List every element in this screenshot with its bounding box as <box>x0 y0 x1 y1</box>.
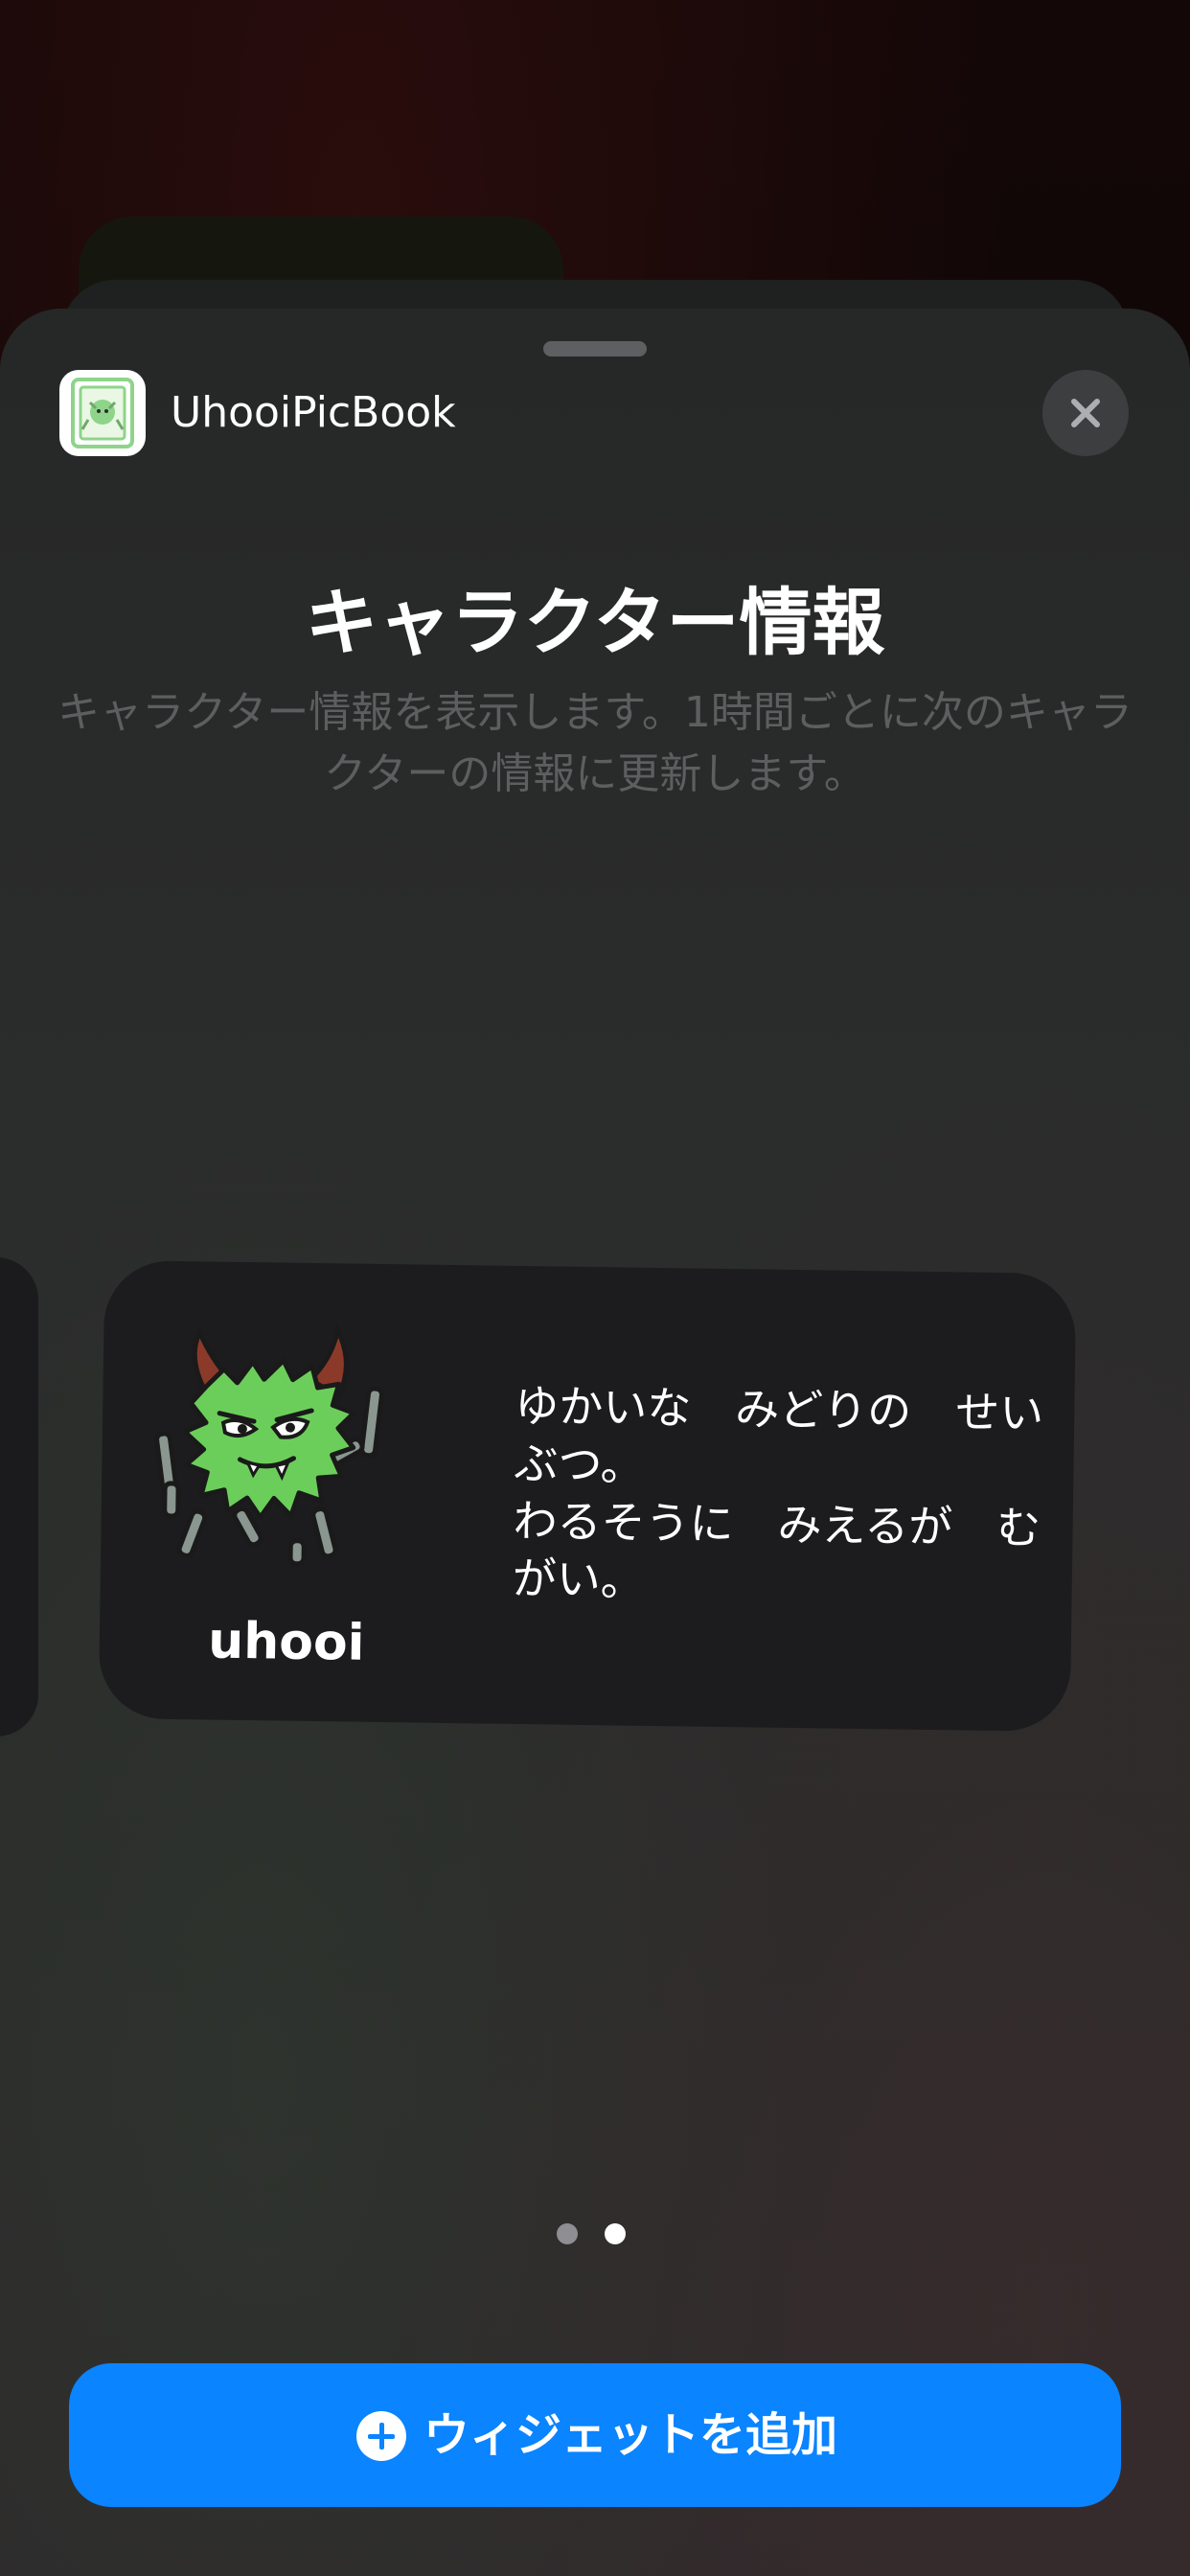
previous-widget-preview[interactable] <box>0 1257 38 1736</box>
close-button[interactable] <box>1042 370 1129 456</box>
close-icon <box>1071 399 1100 427</box>
widget-title: キャラクター情報 <box>305 580 885 665</box>
sheet-grabber[interactable] <box>543 341 647 356</box>
uhooi-monster-image <box>154 1322 384 1567</box>
add-widget-label: ウィジェットを追加 <box>423 2408 838 2462</box>
page-indicator[interactable] <box>557 2221 633 2246</box>
page-dot-1[interactable] <box>557 2223 578 2244</box>
widget-description: キャラクター情報を表示します。1時間ごとに次のキャラクターの情報に更新します。 <box>57 688 1133 798</box>
plus-circle-icon <box>356 2411 406 2461</box>
character-description: ゆかいな みどりの せいぶつ。 わるそうに みえるが むがい。 <box>512 1379 1044 1606</box>
character-name: uhooi <box>207 1612 365 1672</box>
widget-preview[interactable]: uhooi ゆかいな みどりの せいぶつ。 わるそうに みえるが むがい。 <box>98 1259 1077 1733</box>
add-widget-button[interactable]: ウィジェットを追加 <box>69 2363 1121 2507</box>
page-dot-2-active[interactable] <box>605 2223 626 2244</box>
app-name: UhooiPicBook <box>171 388 456 437</box>
widget-gallery-sheet: UhooiPicBook キャラクター情報 キャラクター情報を表示します。1時間… <box>0 309 1190 2576</box>
uhooi-app-icon <box>59 370 146 456</box>
